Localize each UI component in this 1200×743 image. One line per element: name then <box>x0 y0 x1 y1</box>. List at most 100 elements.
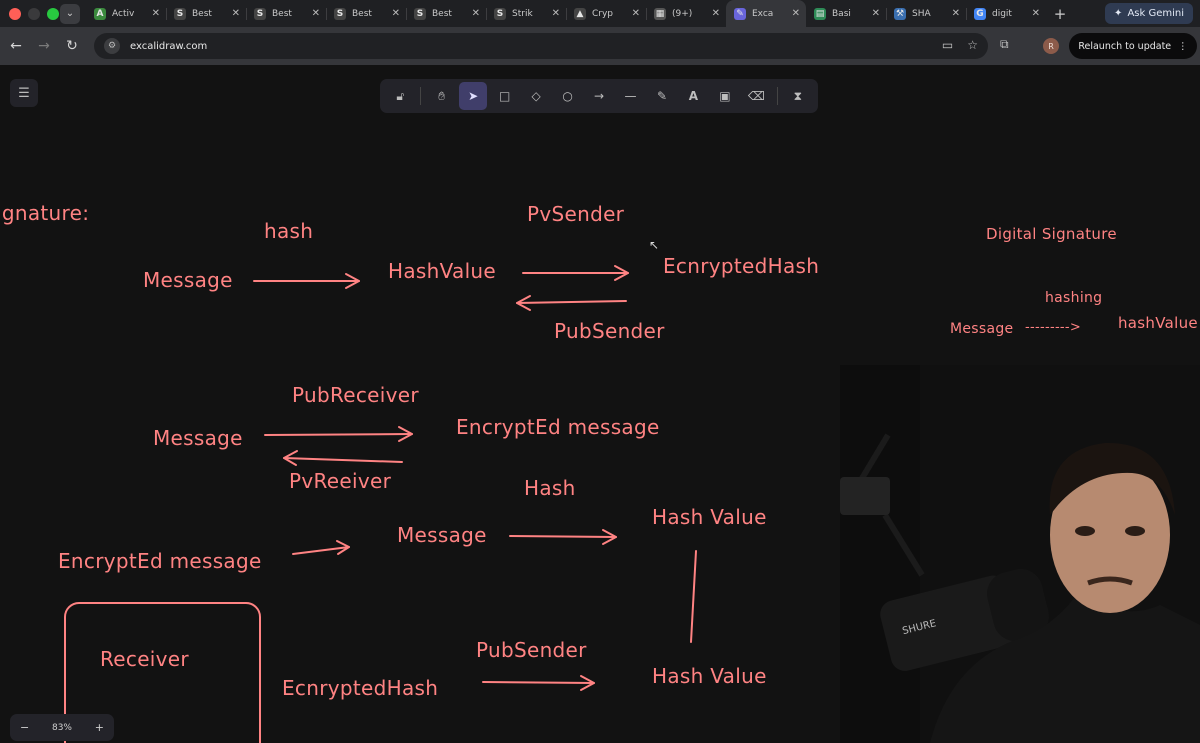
tab-favicon-icon: S <box>174 7 186 20</box>
tab-search-dropdown-icon[interactable]: ⌄ <box>60 3 80 24</box>
url-text[interactable]: excalidraw.com <box>130 41 207 52</box>
browser-tab[interactable]: ▲ Cryp ✕ <box>566 0 646 27</box>
browser-tab[interactable]: A Activ ✕ <box>86 0 166 27</box>
main-menu-hamburger-icon[interactable]: ☰ <box>10 79 38 107</box>
rectangle-icon[interactable]: □ <box>490 82 518 110</box>
tab-title: Best <box>432 8 452 19</box>
label-pubsender-1[interactable]: PubSender <box>554 319 665 343</box>
reload-icon[interactable]: ↻ <box>58 38 86 54</box>
ellipse-icon[interactable]: ○ <box>553 82 581 110</box>
tab-close-icon[interactable]: ✕ <box>952 8 960 19</box>
tab-close-icon[interactable]: ✕ <box>712 8 720 19</box>
close-window-button[interactable] <box>9 7 21 20</box>
label-hash[interactable]: hash <box>264 219 313 243</box>
maximize-window-button[interactable] <box>47 7 59 20</box>
hand-pan-icon[interactable]: ✋︎ <box>427 82 455 110</box>
label-hashvalue-ds[interactable]: hashValue <box>1118 314 1198 332</box>
address-bar[interactable]: ⚙ excalidraw.com ▭ ☆ <box>94 33 988 59</box>
label-hash-value-1[interactable]: Hash Value <box>652 505 767 529</box>
browser-tab[interactable]: Gdigit ✕ <box>966 0 1046 27</box>
browser-tab[interactable]: ▦ (9+) ✕ <box>646 0 726 27</box>
forward-arrow-icon[interactable]: → <box>30 38 58 54</box>
label-hash-2[interactable]: Hash <box>524 476 576 500</box>
label-pubsender-2[interactable]: PubSender <box>476 638 587 662</box>
label-pvreceiver[interactable]: PvReeiver <box>289 469 391 493</box>
tab-close-icon[interactable]: ✕ <box>872 8 880 19</box>
arrow-tool-icon[interactable]: → <box>585 82 613 110</box>
browser-tab[interactable]: S Best ✕ <box>406 0 486 27</box>
browser-tab[interactable]: ✎ Exca ✕ <box>726 0 806 27</box>
tab-close-icon[interactable]: ✕ <box>632 8 640 19</box>
cast-icon[interactable]: ▭ <box>942 38 953 52</box>
zoom-in-button[interactable]: + <box>95 721 104 734</box>
minimize-window-button[interactable] <box>28 7 40 20</box>
label-message-ds[interactable]: Message <box>950 321 1013 337</box>
tab-close-icon[interactable]: ✕ <box>472 8 480 19</box>
selection-pointer-icon[interactable]: ➤ <box>458 82 488 110</box>
tab-list: A Activ ✕ S Best ✕ S Best ✕ S Best ✕ S Best ✕ S Strik ✕ ▲ C… <box>86 0 1046 27</box>
label-hashing[interactable]: hashing <box>1045 290 1102 306</box>
gemini-sparkle-icon: ✦ <box>1114 8 1123 19</box>
lock-icon[interactable]: 🔓︎ <box>386 82 414 110</box>
more-options-icon: ⋮ <box>1178 40 1188 52</box>
ask-gemini-button[interactable]: ✦ Ask Gemini <box>1105 3 1193 24</box>
tab-favicon-icon: ✎ <box>734 7 746 20</box>
new-tab-icon[interactable]: + <box>1048 5 1072 23</box>
tab-title: (9+) <box>672 8 693 19</box>
label-encrypted-message-1[interactable]: EncryptEd message <box>456 415 660 439</box>
arrow-encryptedhash-to-hashvalue <box>516 295 627 311</box>
browser-tab[interactable]: S Strik ✕ <box>486 0 566 27</box>
signature-heading[interactable]: ignature: <box>0 201 89 225</box>
pencil-draw-icon[interactable]: ✎ <box>648 82 676 110</box>
label-pvsender[interactable]: PvSender <box>527 202 624 226</box>
label-encrypted-message-2[interactable]: EncryptEd message <box>58 549 262 573</box>
tab-title: Strik <box>512 8 533 19</box>
label-pubreceiver[interactable]: PubReceiver <box>292 383 419 407</box>
tab-title: Best <box>192 8 212 19</box>
more-tools-shapes-icon[interactable]: ⧗ <box>784 82 812 110</box>
label-message-2[interactable]: Message <box>153 426 243 450</box>
mic-mount-clamp <box>840 477 890 515</box>
bookmark-star-icon[interactable]: ☆ <box>967 38 978 52</box>
relaunch-label: Relaunch to update <box>1078 40 1172 52</box>
tab-close-icon[interactable]: ✕ <box>152 8 160 19</box>
label-hashvalue[interactable]: HashValue <box>388 259 496 283</box>
eraser-icon[interactable]: ⌫ <box>742 82 770 110</box>
label-hash-value-2[interactable]: Hash Value <box>652 664 767 688</box>
profile-avatar[interactable]: R <box>1043 38 1059 54</box>
zoom-level-reset[interactable]: 83% <box>52 723 72 733</box>
tab-close-icon[interactable]: ✕ <box>552 8 560 19</box>
label-digital-signature[interactable]: Digital Signature <box>986 225 1117 243</box>
label-message-3[interactable]: Message <box>397 523 487 547</box>
tab-close-icon[interactable]: ✕ <box>312 8 320 19</box>
image-icon[interactable]: ▣ <box>711 82 739 110</box>
label-encrypted-hash-1[interactable]: EcnryptedHash <box>663 254 819 278</box>
tab-close-icon[interactable]: ✕ <box>1032 8 1040 19</box>
site-info-icon[interactable]: ⚙ <box>104 38 120 54</box>
label-receiver[interactable]: Receiver <box>100 647 189 671</box>
tab-favicon-icon: ▦ <box>654 7 666 20</box>
zoom-out-button[interactable]: − <box>20 721 29 734</box>
tab-favicon-icon: ▤ <box>814 7 826 20</box>
mouse-cursor-icon: ↖ <box>649 238 660 252</box>
text-tool-icon[interactable]: A <box>679 82 707 110</box>
label-encrypted-hash-2[interactable]: EcnryptedHash <box>282 676 438 700</box>
line-tool-icon[interactable]: — <box>616 82 644 110</box>
label-message-1[interactable]: Message <box>143 268 233 292</box>
arrow-hashvalue-to-encryptedhash <box>522 265 629 281</box>
tab-close-icon[interactable]: ✕ <box>792 8 800 19</box>
tab-close-icon[interactable]: ✕ <box>232 8 240 19</box>
relaunch-to-update-button[interactable]: Relaunch to update ⋮ <box>1069 33 1197 59</box>
browser-tab[interactable]: S Best ✕ <box>326 0 406 27</box>
browser-tab[interactable]: ⚒ SHA ✕ <box>886 0 966 27</box>
browser-tab[interactable]: ▤ Basi ✕ <box>806 0 886 27</box>
label-ds-arrow[interactable]: ---------> <box>1025 320 1081 335</box>
diamond-icon[interactable]: ◇ <box>522 82 550 110</box>
back-arrow-icon[interactable]: ← <box>2 38 30 54</box>
window-controls <box>0 7 60 20</box>
extensions-puzzle-icon[interactable]: ⧉ <box>1000 37 1009 52</box>
excalidraw-canvas[interactable]: ☰ 🔓︎ ✋︎ ➤ □ ◇ ○ → — ✎ A ▣ ⌫ ⧗ ignature: … <box>0 65 1200 743</box>
tab-close-icon[interactable]: ✕ <box>392 8 400 19</box>
browser-tab[interactable]: S Best ✕ <box>166 0 246 27</box>
browser-tab[interactable]: S Best ✕ <box>246 0 326 27</box>
